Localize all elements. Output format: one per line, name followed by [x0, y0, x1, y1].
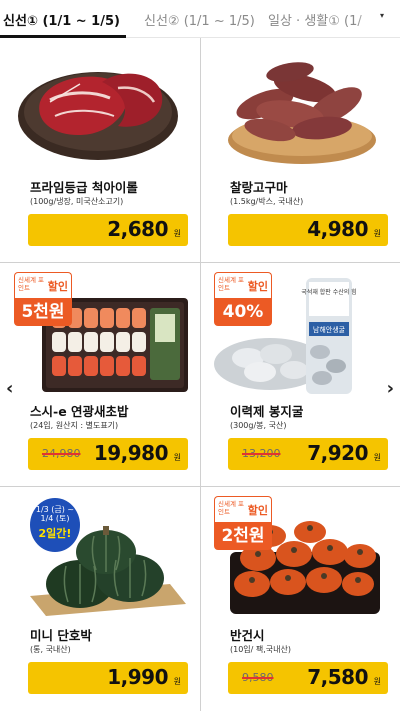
- beef-image: [18, 72, 178, 160]
- sale-dates: 1/3 (금) ~ 1/4 (토): [35, 505, 75, 523]
- package-label: 남해안생굴: [313, 325, 346, 334]
- price-tag: 13,200 7,920 원: [228, 438, 388, 470]
- badge-value: 40%: [214, 298, 272, 326]
- product-name: 반건시: [230, 628, 265, 643]
- tab-fresh-2[interactable]: 신선② (1/1 ~ 1/5): [144, 10, 255, 29]
- badge-label: 신세계 포인트: [218, 500, 244, 516]
- price-tag: 9,580 7,580 원: [228, 662, 388, 694]
- product-spec: (통, 국내산): [30, 645, 71, 654]
- price-unit: 원: [373, 677, 381, 686]
- tab-daily-1[interactable]: 일상 · 생활① (1/: [268, 10, 362, 29]
- badge-value: 5천원: [14, 298, 72, 326]
- price: 7,580: [307, 665, 368, 689]
- badge-title: 할인: [247, 504, 268, 517]
- product-name: 프라임등급 척아이롤: [30, 180, 138, 195]
- sale-period-badge: 1/3 (금) ~ 1/4 (토) 2일간!: [30, 498, 80, 552]
- chevron-down-icon[interactable]: ▾: [380, 11, 384, 20]
- product-name: 스시-e 연광새초밥: [30, 404, 129, 419]
- price-unit: 원: [173, 453, 181, 462]
- price-unit: 원: [373, 453, 381, 462]
- badge-label: 신세계 포인트: [18, 276, 44, 292]
- badge-title: 할인: [47, 280, 68, 293]
- product-spec: (100g/냉장, 미국산소고기): [30, 197, 124, 206]
- point-discount-badge: 신세계 포인트 할인 40%: [214, 272, 272, 326]
- product-card[interactable]: 프라임등급 척아이롤 (100g/냉장, 미국산소고기) 2,680 원: [0, 38, 200, 262]
- point-discount-badge: 신세계 포인트 할인 5천원: [14, 272, 72, 326]
- product-name: 이력제 봉지굴: [230, 404, 304, 419]
- price-unit: 원: [373, 229, 381, 238]
- badge-label: 신세계 포인트: [218, 276, 244, 292]
- badge-title: 할인: [247, 280, 268, 293]
- product-card[interactable]: 국석재 합판 수산의 힘 남해안생굴 신세계 포인트 할인 40% 이력제 봉지…: [200, 262, 400, 486]
- point-discount-badge: 신세계 포인트 할인 2천원: [214, 496, 272, 550]
- product-name: 찰랑고구마: [230, 180, 288, 195]
- product-spec: (10입/ 팩,국내산): [230, 645, 292, 654]
- price-unit: 원: [173, 229, 181, 238]
- price-tag: 4,980 원: [228, 214, 388, 246]
- product-card[interactable]: 신세계 포인트 할인 5천원 스시-e 연광새초밥 (24입, 원산지 : 별도…: [0, 262, 200, 486]
- chevron-left-icon[interactable]: ‹: [6, 378, 13, 399]
- product-card[interactable]: 신세계 포인트 할인 2천원 반건시 (10입/ 팩,국내산) 9,580 7,…: [200, 486, 400, 710]
- price-tag: 1,990 원: [28, 662, 188, 694]
- sweet-potato-image: [228, 62, 376, 164]
- product-name: 미니 단호박: [30, 628, 92, 643]
- original-price: 9,580: [242, 671, 274, 684]
- price-tag: 24,980 19,980 원: [28, 438, 188, 470]
- original-price: 13,200: [242, 447, 281, 460]
- category-tabs: 신선① (1/1 ~ 1/5) 신선② (1/1 ~ 1/5) 일상 · 생활①…: [0, 0, 400, 38]
- original-price: 24,980: [42, 447, 81, 460]
- price: 7,920: [307, 441, 368, 465]
- package-label: 국석재 합판 수산의 힘: [301, 288, 356, 296]
- price: 2,680: [107, 217, 168, 241]
- sale-duration: 2일간!: [38, 527, 72, 540]
- price: 4,980: [307, 217, 368, 241]
- product-card[interactable]: 찰랑고구마 (1.5kg/박스, 국내산) 4,980 원: [200, 38, 400, 262]
- chevron-right-icon[interactable]: ›: [387, 378, 394, 399]
- product-spec: (1.5kg/박스, 국내산): [230, 197, 304, 206]
- tab-fresh-1[interactable]: 신선① (1/1 ~ 1/5): [3, 10, 120, 29]
- price-tag: 2,680 원: [28, 214, 188, 246]
- product-spec: (24입, 원산지 : 별도표기): [30, 421, 119, 430]
- price: 19,980: [93, 441, 169, 465]
- product-card[interactable]: 1/3 (금) ~ 1/4 (토) 2일간! 미니 단호박 (통, 국내산) 1…: [0, 486, 200, 710]
- product-spec: (300g/봉, 국산): [230, 421, 287, 430]
- price: 1,990: [107, 665, 168, 689]
- badge-value: 2천원: [214, 522, 272, 550]
- tab-fade: [354, 0, 400, 37]
- price-unit: 원: [173, 677, 181, 686]
